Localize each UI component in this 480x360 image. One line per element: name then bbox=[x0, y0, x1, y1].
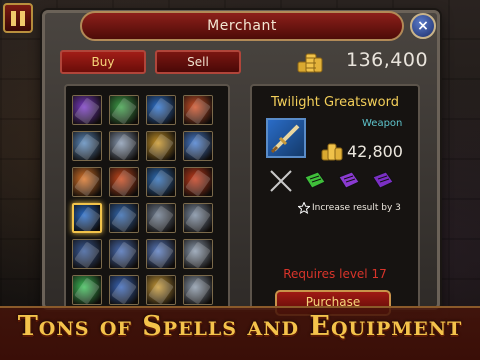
knight-armor-slot[interactable] bbox=[183, 203, 213, 233]
golden-hammer-icon bbox=[147, 132, 175, 160]
green-wand-slot[interactable] bbox=[109, 95, 139, 125]
twilight-greatsword-icon bbox=[74, 205, 100, 231]
blue-helm-icon bbox=[110, 276, 138, 304]
flame-wings-slot[interactable] bbox=[72, 167, 102, 197]
flame-wings-icon bbox=[73, 168, 101, 196]
ice-blades-icon bbox=[184, 132, 212, 160]
ice-dagger-slot[interactable] bbox=[146, 167, 176, 197]
item-type: Weapon bbox=[362, 118, 403, 129]
gold-shield-icon bbox=[147, 276, 175, 304]
blue-helm-slot[interactable] bbox=[109, 275, 139, 305]
green-wand-icon bbox=[110, 96, 138, 124]
panel-title: Merchant bbox=[80, 11, 404, 41]
gold-coins-icon bbox=[297, 53, 323, 73]
emerald-gem-slot[interactable] bbox=[72, 275, 102, 305]
spiked-shield-icon bbox=[110, 132, 138, 160]
blue-axe-slot[interactable] bbox=[109, 203, 139, 233]
tab-sell[interactable]: Sell bbox=[155, 50, 241, 74]
fire-sword-icon bbox=[184, 96, 212, 124]
ice-dagger-icon bbox=[147, 168, 175, 196]
fire-sword-slot[interactable] bbox=[183, 95, 213, 125]
purple-book-2-icon bbox=[370, 168, 396, 194]
greatsword-icon bbox=[266, 118, 306, 158]
green-book-icon bbox=[302, 168, 328, 194]
dragon-helm-slot[interactable] bbox=[72, 239, 102, 269]
close-button[interactable]: × bbox=[410, 13, 436, 39]
promo-banner-text: Tons of Spells and Equipment bbox=[17, 311, 463, 342]
frost-gauntlet-icon bbox=[110, 240, 138, 268]
ice-blades-slot[interactable] bbox=[183, 131, 213, 161]
blue-potion-icon bbox=[147, 96, 175, 124]
steel-armor-icon bbox=[147, 204, 175, 232]
gold-shield-slot[interactable] bbox=[146, 275, 176, 305]
dragon-helm-icon bbox=[73, 240, 101, 268]
steel-armor-slot[interactable] bbox=[146, 203, 176, 233]
purple-scroll-icon bbox=[73, 96, 101, 124]
fire-dagger-slot[interactable] bbox=[183, 167, 213, 197]
crossed-swords-icon bbox=[268, 168, 294, 194]
silver-helm-slot[interactable] bbox=[183, 275, 213, 305]
spiked-shield-slot[interactable] bbox=[109, 131, 139, 161]
game-screen: Merchant × Buy Sell 136,400 Twilight Gre… bbox=[0, 0, 480, 360]
item-name: Twilight Greatsword bbox=[271, 95, 399, 110]
silver-helm-icon bbox=[184, 276, 212, 304]
blue-potion-slot[interactable] bbox=[146, 95, 176, 125]
pause-button[interactable] bbox=[3, 3, 33, 33]
blue-axe-icon bbox=[110, 204, 138, 232]
frost-gauntlet-slot[interactable] bbox=[109, 239, 139, 269]
close-icon: × bbox=[417, 18, 429, 34]
gold-coins-icon bbox=[321, 143, 343, 161]
bonus-line: Increase result by 3 bbox=[298, 202, 401, 214]
purple-scroll-slot[interactable] bbox=[72, 95, 102, 125]
knight-armor-icon bbox=[184, 204, 212, 232]
gold-balance: 136,400 bbox=[346, 49, 429, 71]
ice-gauntlet-icon bbox=[147, 240, 175, 268]
golden-hammer-slot[interactable] bbox=[146, 131, 176, 161]
item-price: 42,800 bbox=[347, 142, 403, 161]
crossed-blades-slot[interactable] bbox=[72, 131, 102, 161]
purple-book-icon bbox=[336, 168, 362, 194]
fire-dagger-icon bbox=[184, 168, 212, 196]
pause-icon bbox=[11, 10, 16, 26]
level-requirement: Requires level 17 bbox=[283, 267, 387, 281]
tab-buy[interactable]: Buy bbox=[60, 50, 146, 74]
ice-gauntlet-slot[interactable] bbox=[146, 239, 176, 269]
silver-chestplate-icon bbox=[184, 240, 212, 268]
emerald-gem-icon bbox=[73, 276, 101, 304]
crossed-blades-icon bbox=[73, 132, 101, 160]
flame-sword-slot[interactable] bbox=[109, 167, 139, 197]
star-icon bbox=[298, 202, 310, 214]
bonus-text: Increase result by 3 bbox=[312, 203, 401, 213]
twilight-greatsword-slot[interactable] bbox=[72, 203, 102, 233]
flame-sword-icon bbox=[110, 168, 138, 196]
silver-chestplate-slot[interactable] bbox=[183, 239, 213, 269]
